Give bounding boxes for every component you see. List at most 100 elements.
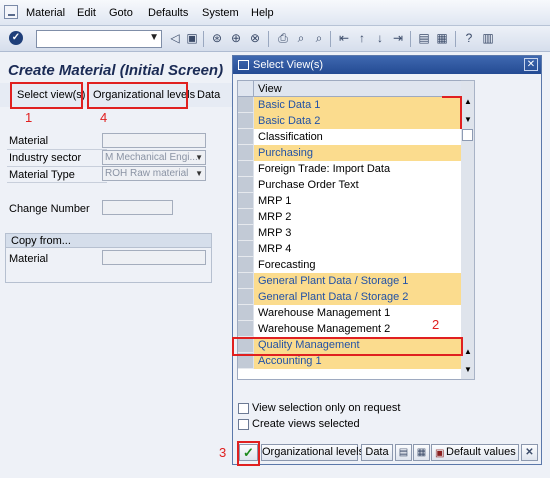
footer-org-levels-button[interactable]: Organizational levels	[261, 444, 364, 461]
on-request-checkbox[interactable]	[238, 403, 249, 414]
table-row[interactable]: Classification	[238, 129, 464, 145]
table-row[interactable]: MRP 4	[238, 241, 464, 257]
table-row[interactable]: MRP 2	[238, 209, 464, 225]
chevron-down-icon[interactable]: ▼	[195, 167, 203, 180]
row-selector[interactable]	[238, 321, 254, 337]
copy-material-label: Material	[9, 253, 49, 265]
view-label: MRP 3	[258, 227, 292, 239]
copy-material-input[interactable]	[102, 250, 206, 265]
toolbar-separator	[268, 31, 269, 47]
row-selector[interactable]	[238, 225, 254, 241]
table-row[interactable]: Purchasing	[238, 145, 464, 161]
row-selector[interactable]	[238, 177, 254, 193]
row-selector[interactable]	[238, 305, 254, 321]
scroll-up-icon[interactable]: ▲	[464, 347, 472, 356]
scroll-down-icon[interactable]: ▼	[464, 365, 472, 374]
create-selected-checkbox[interactable]	[238, 419, 249, 430]
table-row[interactable]: Foreign Trade: Import Data	[238, 161, 464, 177]
row-selector[interactable]	[238, 113, 254, 129]
views-table: View Basic Data 1 Basic Data 2 Classificat…	[237, 80, 465, 380]
previous-page-icon[interactable]: ↑	[355, 31, 369, 46]
view-label: Warehouse Management 2	[258, 323, 391, 335]
row-selector[interactable]	[238, 241, 254, 257]
view-label: Classification	[258, 131, 323, 143]
row-selector[interactable]	[238, 129, 254, 145]
menu-system[interactable]: System	[202, 7, 239, 19]
row-selector[interactable]	[238, 193, 254, 209]
view-label: Purchasing	[258, 147, 314, 159]
menu-material[interactable]: Material	[26, 7, 65, 19]
table-row[interactable]: General Plant Data / Storage 2	[238, 289, 464, 305]
data-button[interactable]: Data	[194, 85, 223, 106]
close-icon[interactable]: ✕	[524, 58, 538, 71]
find-next-icon[interactable]: ⌕	[312, 31, 326, 46]
print-icon[interactable]: ⎙	[276, 31, 290, 46]
cancel-icon[interactable]: ⊗	[248, 31, 262, 46]
divider	[7, 166, 107, 167]
on-request-label: View selection only on request	[252, 402, 401, 414]
table-row[interactable]: Warehouse Management 2	[238, 321, 464, 337]
material-type-select[interactable]: ROH Raw material ▼	[102, 166, 206, 181]
material-type-value: ROH Raw material	[105, 168, 189, 179]
first-page-icon[interactable]: ⇤	[337, 31, 351, 46]
view-label: General Plant Data / Storage 2	[258, 291, 409, 303]
scroll-down-icon[interactable]: ▼	[464, 115, 472, 124]
row-selector[interactable]	[238, 209, 254, 225]
row-selector[interactable]	[238, 161, 254, 177]
last-page-icon[interactable]: ⇥	[391, 31, 405, 46]
next-page-icon[interactable]: ↓	[373, 31, 387, 46]
select-all-icon[interactable]: ▤	[395, 444, 412, 461]
select-all-cell[interactable]	[238, 81, 254, 97]
change-number-input[interactable]	[102, 200, 173, 215]
view-label: Purchase Order Text	[258, 179, 359, 191]
enter-icon[interactable]: ✓	[9, 31, 23, 45]
deselect-all-icon[interactable]: ▦	[413, 444, 430, 461]
scroll-up-icon[interactable]: ▲	[464, 97, 472, 106]
shortcut-icon[interactable]: ▦	[435, 31, 449, 46]
standard-toolbar: ✓ ▼ ◁ ▣ ⊛ ⊕ ⊗ ⎙ ⌕ ⌕ ⇤ ↑ ↓ ⇥ ▤ ▦ ? ▥	[0, 26, 550, 52]
toolbar-separator	[410, 31, 411, 47]
row-selector[interactable]	[238, 273, 254, 289]
table-scrollbar[interactable]: ▲ ▼ ▲ ▼	[461, 80, 475, 380]
view-label: Basic Data 2	[258, 115, 321, 127]
table-row[interactable]: Warehouse Management 1	[238, 305, 464, 321]
table-row[interactable]: General Plant Data / Storage 1	[238, 273, 464, 289]
footer-data-button[interactable]: Data	[361, 444, 393, 461]
create-session-icon[interactable]: ▤	[417, 31, 431, 46]
table-row[interactable]: MRP 3	[238, 225, 464, 241]
back-icon[interactable]: ◁	[168, 31, 182, 46]
table-row[interactable]: Basic Data 2	[238, 113, 464, 129]
back-green-icon[interactable]: ⊛	[210, 31, 224, 46]
create-selected-label: Create views selected	[252, 418, 360, 430]
menu-edit[interactable]: Edit	[77, 7, 96, 19]
layout-icon[interactable]: ▥	[481, 31, 495, 46]
menu-help[interactable]: Help	[251, 7, 274, 19]
toolbar-separator	[203, 31, 204, 47]
sap-menu-icon[interactable]	[4, 5, 18, 19]
table-row[interactable]: MRP 1	[238, 193, 464, 209]
material-input[interactable]	[102, 133, 206, 148]
row-selector[interactable]	[238, 145, 254, 161]
chevron-down-icon[interactable]: ▼	[195, 151, 203, 164]
command-field[interactable]: ▼	[36, 30, 162, 48]
chevron-down-icon[interactable]: ▼	[149, 32, 159, 43]
industry-sector-select[interactable]: M Mechanical Engi... ▼	[102, 150, 206, 165]
row-selector[interactable]	[238, 289, 254, 305]
menu-defaults[interactable]: Defaults	[148, 7, 188, 19]
find-icon[interactable]: ⌕	[294, 31, 308, 46]
scroll-thumb[interactable]	[462, 129, 473, 141]
help-icon[interactable]: ?	[462, 31, 476, 46]
save-icon[interactable]: ▣	[185, 31, 199, 46]
table-row[interactable]: Forecasting	[238, 257, 464, 273]
default-values-button[interactable]: ▣ Default values	[431, 444, 519, 461]
table-row[interactable]: Purchase Order Text	[238, 177, 464, 193]
menu-goto[interactable]: Goto	[109, 7, 133, 19]
row-selector[interactable]	[238, 257, 254, 273]
view-label: General Plant Data / Storage 1	[258, 275, 409, 287]
cancel-button[interactable]: ✕	[521, 444, 538, 461]
table-row[interactable]: Basic Data 1	[238, 97, 464, 113]
row-selector[interactable]	[238, 97, 254, 113]
toolbar-separator	[455, 31, 456, 47]
exit-icon[interactable]: ⊕	[229, 31, 243, 46]
annotation-number-3: 3	[219, 445, 227, 460]
